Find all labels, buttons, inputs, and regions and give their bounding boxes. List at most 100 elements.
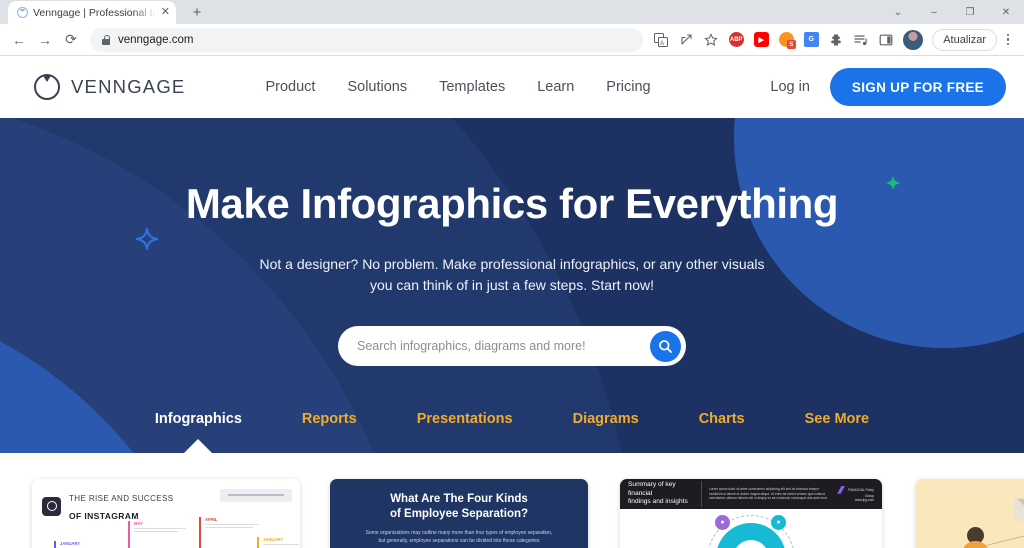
hero-content: Make Infographics for Everything Not a d…	[0, 118, 1024, 366]
employee-title-line-1: What Are The Four Kinds	[390, 493, 528, 505]
timeline-label: MAY	[134, 521, 143, 526]
honey-extension-icon[interactable]: S	[774, 28, 798, 52]
google-translate-extension-icon[interactable]: G	[799, 28, 823, 52]
donut-node-left: ●	[715, 515, 730, 530]
extensions-puzzle-icon[interactable]	[824, 28, 848, 52]
financial-title-line-2: findings and insights	[628, 498, 688, 506]
hero-subtitle-line-1: Not a designer? No problem. Make profess…	[259, 256, 765, 272]
financial-card-title: Summary of key financial findings and in…	[628, 481, 702, 507]
nav-item-pricing[interactable]: Pricing	[606, 79, 650, 95]
toolbar-icon-group: A ABP ▶ S G Atualizar	[649, 28, 1018, 52]
envelope-icon	[1014, 497, 1024, 521]
tab-charts[interactable]: Charts	[693, 407, 751, 431]
share-icon[interactable]	[674, 28, 698, 52]
signup-button[interactable]: SIGN UP FOR FREE	[829, 68, 1006, 106]
minimize-icon[interactable]: –	[916, 0, 952, 24]
template-card[interactable]: THE RISE AND SUCCESS OF INSTAGRAM JANUAR…	[32, 479, 300, 548]
address-bar-url: venngage.com	[118, 33, 194, 46]
financial-card-body: Lorem ipsum dolor sit amet consectetur a…	[709, 487, 828, 501]
tab-infographics[interactable]: Infographics	[149, 407, 248, 431]
financial-card-header: Summary of key financial findings and in…	[620, 479, 882, 509]
honey-glyph: S	[778, 32, 796, 49]
youtube-extension-icon[interactable]: ▶	[749, 28, 773, 52]
template-card[interactable]: !	[916, 479, 1024, 548]
financial-title-line-1: Summary of key financial	[628, 481, 676, 497]
browser-window: Venngage | Professional Infograp ✕ + ⌄ –…	[0, 0, 1024, 548]
search-input[interactable]	[357, 339, 650, 353]
employee-subtitle-line-2: but generally, employee separations can …	[378, 537, 540, 544]
employee-separation-card: What Are The Four Kinds of Employee Sepa…	[330, 479, 588, 545]
hero-subtitle: Not a designer? No problem. Make profess…	[0, 254, 1024, 296]
search-button[interactable]	[650, 330, 681, 362]
instagram-timeline: JANUARY SEPTEMBER MAY JUNE	[32, 517, 300, 548]
employee-title-line-2: of Employee Separation?	[389, 508, 529, 520]
svg-text:A: A	[660, 41, 664, 47]
side-panel-icon[interactable]	[874, 28, 898, 52]
timeline-label: APRIL	[205, 517, 218, 522]
lock-icon	[102, 34, 111, 45]
reload-icon[interactable]: ⟳	[58, 27, 84, 53]
instagram-title-line-1: THE RISE AND SUCCESS	[69, 494, 174, 503]
new-tab-button[interactable]: +	[186, 1, 208, 23]
tab-see-more[interactable]: See More	[799, 407, 875, 431]
instagram-card-chip	[220, 489, 292, 502]
donut-node-right: ●	[771, 515, 786, 530]
tab-diagrams[interactable]: Diagrams	[567, 407, 645, 431]
browser-tab-strip: Venngage | Professional Infograp ✕ + ⌄ –…	[0, 0, 1024, 24]
translate-icon[interactable]: A	[649, 28, 673, 52]
tab-reports[interactable]: Reports	[296, 407, 363, 431]
reading-list-icon[interactable]	[849, 28, 873, 52]
search-icon	[659, 339, 672, 353]
address-bar[interactable]: venngage.com	[90, 27, 644, 52]
template-card[interactable]: What Are The Four Kinds of Employee Sepa…	[330, 479, 588, 548]
hero-section: Make Infographics for Everything Not a d…	[0, 118, 1024, 453]
back-icon[interactable]: ←	[6, 27, 32, 53]
nav-item-learn[interactable]: Learn	[537, 79, 574, 95]
close-icon[interactable]: ✕	[161, 7, 170, 18]
gtranslate-glyph: G	[803, 32, 819, 47]
youtube-glyph: ▶	[753, 32, 769, 47]
brand-logo-icon	[837, 485, 846, 494]
category-tabs: Infographics Reports Presentations Diagr…	[0, 397, 1024, 453]
window-controls: ⌄ – ❐ ✕	[880, 0, 1024, 24]
maximize-icon[interactable]: ❐	[952, 0, 988, 24]
venngage-logo-text: VENNGAGE	[71, 76, 186, 97]
browser-tab-title: Venngage | Professional Infograp	[33, 6, 156, 19]
timeline-label: JANUARY	[263, 537, 284, 542]
update-button[interactable]: Atualizar	[932, 28, 997, 51]
adblock-plus-extension-icon[interactable]: ABP	[724, 28, 748, 52]
hero-subtitle-line-2: you can think of in just a few steps. St…	[369, 277, 655, 293]
brand-name: FINANCIAL Policy Group	[848, 487, 874, 498]
employee-subtitle-line-1: Some organizations may outline many more…	[365, 530, 553, 536]
venngage-favicon-icon	[17, 7, 28, 18]
timeline-label: JANUARY	[60, 541, 81, 546]
header-actions: Log in SIGN UP FOR FREE	[770, 68, 1006, 106]
hero-search-bar[interactable]	[338, 326, 686, 366]
tab-search-icon[interactable]: ⌄	[880, 0, 916, 24]
site-header: VENNGAGE Product Solutions Templates Lea…	[0, 56, 1024, 118]
browser-toolbar: ← → ⟳ venngage.com A ABP ▶ S G Atualizar	[0, 24, 1024, 56]
template-card-row: THE RISE AND SUCCESS OF INSTAGRAM JANUAR…	[0, 453, 1024, 548]
nav-item-solutions[interactable]: Solutions	[347, 79, 407, 95]
timeline-entry: APRIL	[199, 517, 263, 547]
timeline-entry: JANUARY	[54, 541, 118, 548]
employee-card-subtitle: Some organizations may outline many more…	[346, 530, 572, 545]
window-close-icon[interactable]: ✕	[988, 0, 1024, 24]
template-card[interactable]: Summary of key financial findings and in…	[620, 479, 882, 548]
browser-tab[interactable]: Venngage | Professional Infograp ✕	[8, 1, 176, 24]
brand-url: www.fpg.com	[855, 498, 874, 502]
nav-item-product[interactable]: Product	[265, 79, 315, 95]
tab-presentations[interactable]: Presentations	[411, 407, 519, 431]
abp-glyph: ABP	[728, 32, 744, 47]
profile-avatar[interactable]	[903, 29, 924, 50]
main-navigation: Product Solutions Templates Learn Pricin…	[265, 79, 650, 95]
venngage-logo-icon	[34, 74, 60, 100]
hero-title: Make Infographics for Everything	[185, 180, 839, 227]
forward-icon[interactable]: →	[32, 27, 58, 53]
nav-item-templates[interactable]: Templates	[439, 79, 505, 95]
bookmark-star-icon[interactable]	[699, 28, 723, 52]
employee-card-title: What Are The Four Kinds of Employee Sepa…	[346, 492, 572, 522]
chrome-menu-icon[interactable]	[998, 33, 1018, 46]
venngage-logo[interactable]: VENNGAGE	[34, 74, 185, 100]
login-link[interactable]: Log in	[770, 79, 810, 95]
